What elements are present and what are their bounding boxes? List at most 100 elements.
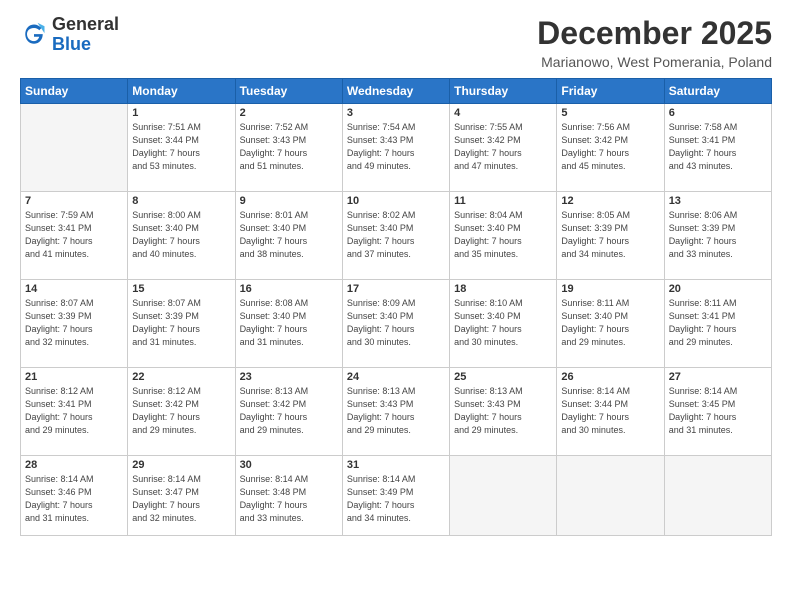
calendar-day-cell: 28 Sunrise: 8:14 AMSunset: 3:46 PMDayligh… <box>21 456 128 536</box>
day-info: Sunrise: 8:08 AMSunset: 3:40 PMDaylight:… <box>240 297 338 349</box>
day-number: 27 <box>669 371 767 383</box>
day-info: Sunrise: 7:56 AMSunset: 3:42 PMDaylight:… <box>561 121 659 173</box>
calendar-day-cell: 7Sunrise: 7:59 AMSunset: 3:41 PMDaylight… <box>21 192 128 280</box>
day-info: Sunrise: 8:01 AMSunset: 3:40 PMDaylight:… <box>240 209 338 261</box>
day-info: Sunrise: 8:09 AMSunset: 3:40 PMDaylight:… <box>347 297 445 349</box>
page: General Blue December 2025 Marianowo, We… <box>0 0 792 612</box>
calendar-day-cell: 21Sunrise: 8:12 AMSunset: 3:41 PMDayligh… <box>21 368 128 456</box>
day-number: 14 <box>25 283 123 295</box>
calendar-table: Sunday Monday Tuesday Wednesday Thursday… <box>20 78 772 536</box>
day-number: 23 <box>240 371 338 383</box>
day-info: Sunrise: 7:58 AMSunset: 3:41 PMDaylight:… <box>669 121 767 173</box>
logo-blue-text: Blue <box>52 34 91 54</box>
calendar-day-cell: 5 Sunrise: 7:56 AMSunset: 3:42 PMDaylight… <box>557 104 664 192</box>
location-subtitle: Marianowo, West Pomerania, Poland <box>537 54 772 70</box>
day-info: Sunrise: 8:04 AMSunset: 3:40 PMDaylight:… <box>454 209 552 261</box>
calendar-week-row: 21Sunrise: 8:12 AMSunset: 3:41 PMDayligh… <box>21 368 772 456</box>
day-number: 22 <box>132 371 230 383</box>
calendar-day-cell <box>450 456 557 536</box>
day-number: 16 <box>240 283 338 295</box>
calendar-day-cell: 23 Sunrise: 8:13 AMSunset: 3:42 PMDayligh… <box>235 368 342 456</box>
day-info: Sunrise: 8:14 AMSunset: 3:49 PMDaylight:… <box>347 473 445 525</box>
calendar-day-cell: 11Sunrise: 8:04 AMSunset: 3:40 PMDayligh… <box>450 192 557 280</box>
calendar-day-cell: 13 Sunrise: 8:06 AMSunset: 3:39 PMDayligh… <box>664 192 771 280</box>
day-number: 25 <box>454 371 552 383</box>
logo: General Blue <box>20 15 119 55</box>
calendar-day-cell <box>21 104 128 192</box>
day-info: Sunrise: 8:12 AMSunset: 3:42 PMDaylight:… <box>132 385 230 437</box>
day-info: Sunrise: 8:14 AMSunset: 3:47 PMDaylight:… <box>132 473 230 525</box>
calendar-day-cell: 27 Sunrise: 8:14 AMSunset: 3:45 PMDayligh… <box>664 368 771 456</box>
day-info: Sunrise: 7:51 AMSunset: 3:44 PMDaylight:… <box>132 121 230 173</box>
calendar-day-cell: 20 Sunrise: 8:11 AMSunset: 3:41 PMDayligh… <box>664 280 771 368</box>
day-number: 6 <box>669 107 767 119</box>
calendar-day-cell: 16 Sunrise: 8:08 AMSunset: 3:40 PMDayligh… <box>235 280 342 368</box>
header-saturday: Saturday <box>664 79 771 104</box>
day-number: 24 <box>347 371 445 383</box>
day-number: 31 <box>347 459 445 471</box>
day-info: Sunrise: 8:14 AMSunset: 3:48 PMDaylight:… <box>240 473 338 525</box>
day-number: 29 <box>132 459 230 471</box>
day-number: 15 <box>132 283 230 295</box>
day-info: Sunrise: 8:14 AMSunset: 3:45 PMDaylight:… <box>669 385 767 437</box>
day-info: Sunrise: 7:52 AMSunset: 3:43 PMDaylight:… <box>240 121 338 173</box>
day-number: 17 <box>347 283 445 295</box>
day-info: Sunrise: 8:13 AMSunset: 3:43 PMDaylight:… <box>347 385 445 437</box>
day-number: 13 <box>669 195 767 207</box>
day-info: Sunrise: 8:10 AMSunset: 3:40 PMDaylight:… <box>454 297 552 349</box>
day-number: 12 <box>561 195 659 207</box>
day-number: 19 <box>561 283 659 295</box>
day-info: Sunrise: 8:11 AMSunset: 3:41 PMDaylight:… <box>669 297 767 349</box>
header-sunday: Sunday <box>21 79 128 104</box>
calendar-day-cell: 10Sunrise: 8:02 AMSunset: 3:40 PMDayligh… <box>342 192 449 280</box>
header-friday: Friday <box>557 79 664 104</box>
calendar-day-cell: 29 Sunrise: 8:14 AMSunset: 3:47 PMDayligh… <box>128 456 235 536</box>
calendar-week-row: 7Sunrise: 7:59 AMSunset: 3:41 PMDaylight… <box>21 192 772 280</box>
calendar-day-cell: 8Sunrise: 8:00 AMSunset: 3:40 PMDaylight… <box>128 192 235 280</box>
day-number: 2 <box>240 107 338 119</box>
header-tuesday: Tuesday <box>235 79 342 104</box>
day-number: 28 <box>25 459 123 471</box>
day-info: Sunrise: 8:13 AMSunset: 3:42 PMDaylight:… <box>240 385 338 437</box>
day-info: Sunrise: 7:55 AMSunset: 3:42 PMDaylight:… <box>454 121 552 173</box>
logo-icon <box>20 21 48 49</box>
day-number: 4 <box>454 107 552 119</box>
calendar-day-cell: 17 Sunrise: 8:09 AMSunset: 3:40 PMDayligh… <box>342 280 449 368</box>
calendar-day-cell: 30Sunrise: 8:14 AMSunset: 3:48 PMDayligh… <box>235 456 342 536</box>
calendar-day-cell: 1Sunrise: 7:51 AMSunset: 3:44 PMDaylight… <box>128 104 235 192</box>
calendar-day-cell: 6 Sunrise: 7:58 AMSunset: 3:41 PMDaylight… <box>664 104 771 192</box>
header: General Blue December 2025 Marianowo, We… <box>20 15 772 70</box>
calendar-day-cell: 14Sunrise: 8:07 AMSunset: 3:39 PMDayligh… <box>21 280 128 368</box>
day-info: Sunrise: 8:11 AMSunset: 3:40 PMDaylight:… <box>561 297 659 349</box>
calendar-day-cell: 2 Sunrise: 7:52 AMSunset: 3:43 PMDaylight… <box>235 104 342 192</box>
calendar-day-cell: 12 Sunrise: 8:05 AMSunset: 3:39 PMDayligh… <box>557 192 664 280</box>
header-wednesday: Wednesday <box>342 79 449 104</box>
calendar-day-cell: 15Sunrise: 8:07 AMSunset: 3:39 PMDayligh… <box>128 280 235 368</box>
day-info: Sunrise: 8:14 AMSunset: 3:46 PMDaylight:… <box>25 473 123 525</box>
calendar-week-row: 28 Sunrise: 8:14 AMSunset: 3:46 PMDayligh… <box>21 456 772 536</box>
calendar-week-row: 14Sunrise: 8:07 AMSunset: 3:39 PMDayligh… <box>21 280 772 368</box>
calendar-day-cell: 3Sunrise: 7:54 AMSunset: 3:43 PMDaylight… <box>342 104 449 192</box>
day-info: Sunrise: 8:00 AMSunset: 3:40 PMDaylight:… <box>132 209 230 261</box>
day-number: 26 <box>561 371 659 383</box>
calendar-day-cell: 22 Sunrise: 8:12 AMSunset: 3:42 PMDayligh… <box>128 368 235 456</box>
day-number: 5 <box>561 107 659 119</box>
day-number: 9 <box>240 195 338 207</box>
calendar-day-cell: 25 Sunrise: 8:13 AMSunset: 3:43 PMDayligh… <box>450 368 557 456</box>
day-info: Sunrise: 8:05 AMSunset: 3:39 PMDaylight:… <box>561 209 659 261</box>
day-number: 20 <box>669 283 767 295</box>
day-info: Sunrise: 8:12 AMSunset: 3:41 PMDaylight:… <box>25 385 123 437</box>
day-info: Sunrise: 7:59 AMSunset: 3:41 PMDaylight:… <box>25 209 123 261</box>
calendar-day-cell: 18Sunrise: 8:10 AMSunset: 3:40 PMDayligh… <box>450 280 557 368</box>
day-number: 10 <box>347 195 445 207</box>
logo-general-text: General <box>52 14 119 34</box>
calendar-day-cell <box>557 456 664 536</box>
calendar-day-cell: 26 Sunrise: 8:14 AMSunset: 3:44 PMDayligh… <box>557 368 664 456</box>
calendar-day-cell: 9 Sunrise: 8:01 AMSunset: 3:40 PMDaylight… <box>235 192 342 280</box>
day-info: Sunrise: 8:06 AMSunset: 3:39 PMDaylight:… <box>669 209 767 261</box>
header-monday: Monday <box>128 79 235 104</box>
calendar-week-row: 1Sunrise: 7:51 AMSunset: 3:44 PMDaylight… <box>21 104 772 192</box>
day-info: Sunrise: 8:14 AMSunset: 3:44 PMDaylight:… <box>561 385 659 437</box>
calendar-day-cell <box>664 456 771 536</box>
day-info: Sunrise: 8:13 AMSunset: 3:43 PMDaylight:… <box>454 385 552 437</box>
